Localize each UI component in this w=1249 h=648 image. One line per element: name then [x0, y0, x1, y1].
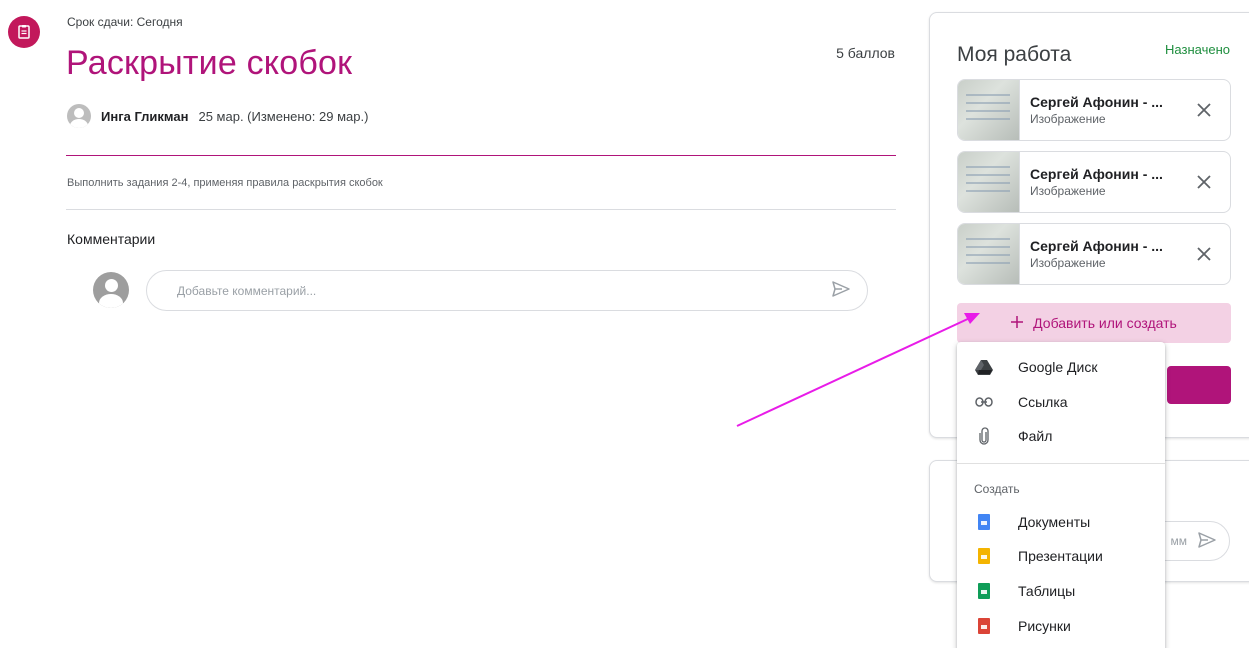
menu-item-label: Google Диск — [1018, 359, 1098, 375]
divider — [66, 209, 896, 210]
menu-item-label: Рисунки — [1018, 618, 1071, 634]
author-name: Инга Гликман — [101, 108, 189, 124]
comments-heading: Комментарии — [67, 231, 156, 247]
attachment-thumbnail — [958, 224, 1020, 284]
attachment-name: Сергей Афонин - ... — [1030, 166, 1163, 182]
author-row: Инга Гликман 25 мар. (Изменено: 29 мар.) — [67, 104, 368, 128]
menu-item-drawings[interactable]: Рисунки — [957, 609, 1165, 643]
menu-item-label: Ссылка — [1018, 394, 1068, 410]
avatar — [67, 104, 91, 128]
close-icon[interactable] — [1186, 175, 1222, 189]
menu-divider — [957, 463, 1165, 464]
attachment-type: Изображение — [1030, 112, 1106, 126]
link-icon — [974, 392, 994, 412]
attachment-name: Сергей Афонин - ... — [1030, 94, 1163, 110]
comment-placeholder: Добавьте комментарий... — [177, 283, 317, 298]
attachment-thumbnail — [958, 80, 1020, 140]
assignment-description: Выполнить задания 2-4, применяя правила … — [67, 177, 383, 189]
attachment-item[interactable]: Сергей Афонин - ... Изображение — [957, 223, 1231, 285]
page-title: Раскрытие скобок — [66, 44, 353, 82]
google-slides-icon — [974, 546, 994, 566]
menu-item-link[interactable]: Ссылка — [957, 385, 1165, 419]
add-or-create-label: Добавить или создать — [1033, 315, 1177, 331]
divider — [66, 155, 896, 156]
menu-item-slides[interactable]: Презентации — [957, 539, 1165, 573]
attachment-type: Изображение — [1030, 184, 1106, 198]
menu-item-docs[interactable]: Документы — [957, 505, 1165, 539]
my-work-title: Моя работа — [957, 43, 1072, 66]
add-or-create-button[interactable]: Добавить или создать — [957, 303, 1231, 343]
send-icon[interactable] — [1197, 530, 1217, 553]
menu-item-label: Файл — [1018, 428, 1053, 444]
points-label: 5 баллов — [836, 45, 895, 61]
attachment-name: Сергей Афонин - ... — [1030, 238, 1163, 254]
due-date: Срок сдачи: Сегодня — [67, 15, 183, 29]
menu-item-sheets[interactable]: Таблицы — [957, 574, 1165, 608]
plus-icon — [1011, 315, 1024, 331]
menu-item-file[interactable]: Файл — [957, 419, 1165, 453]
attachment-item[interactable]: Сергей Афонин - ... Изображение — [957, 79, 1231, 141]
menu-item-label: Презентации — [1018, 548, 1103, 564]
close-icon[interactable] — [1186, 103, 1222, 117]
private-comment-placeholder: мм — [1170, 534, 1188, 548]
status-badge: Назначено — [1165, 42, 1230, 57]
google-sheets-icon — [974, 581, 994, 601]
google-drawings-icon — [974, 616, 994, 636]
menu-section-heading: Создать — [974, 482, 1020, 496]
menu-item-label: Документы — [1018, 514, 1091, 530]
menu-item-label: Таблицы — [1018, 583, 1076, 599]
add-menu: Google Диск Ссылка Файл Создать Документ… — [957, 342, 1165, 648]
google-docs-icon — [974, 512, 994, 532]
menu-item-google-drive[interactable]: Google Диск — [957, 350, 1165, 384]
send-icon[interactable] — [831, 279, 851, 302]
close-icon[interactable] — [1186, 247, 1222, 261]
submit-button[interactable] — [1167, 366, 1231, 404]
assignment-icon — [8, 16, 40, 48]
attachment-thumbnail — [958, 152, 1020, 212]
attachment-type: Изображение — [1030, 256, 1106, 270]
attachment-icon — [974, 426, 994, 446]
post-date: 25 мар. (Изменено: 29 мар.) — [198, 108, 369, 124]
comment-input[interactable]: Добавьте комментарий... — [146, 270, 868, 311]
google-drive-icon — [974, 357, 994, 377]
attachment-item[interactable]: Сергей Афонин - ... Изображение — [957, 151, 1231, 213]
avatar — [93, 272, 129, 308]
